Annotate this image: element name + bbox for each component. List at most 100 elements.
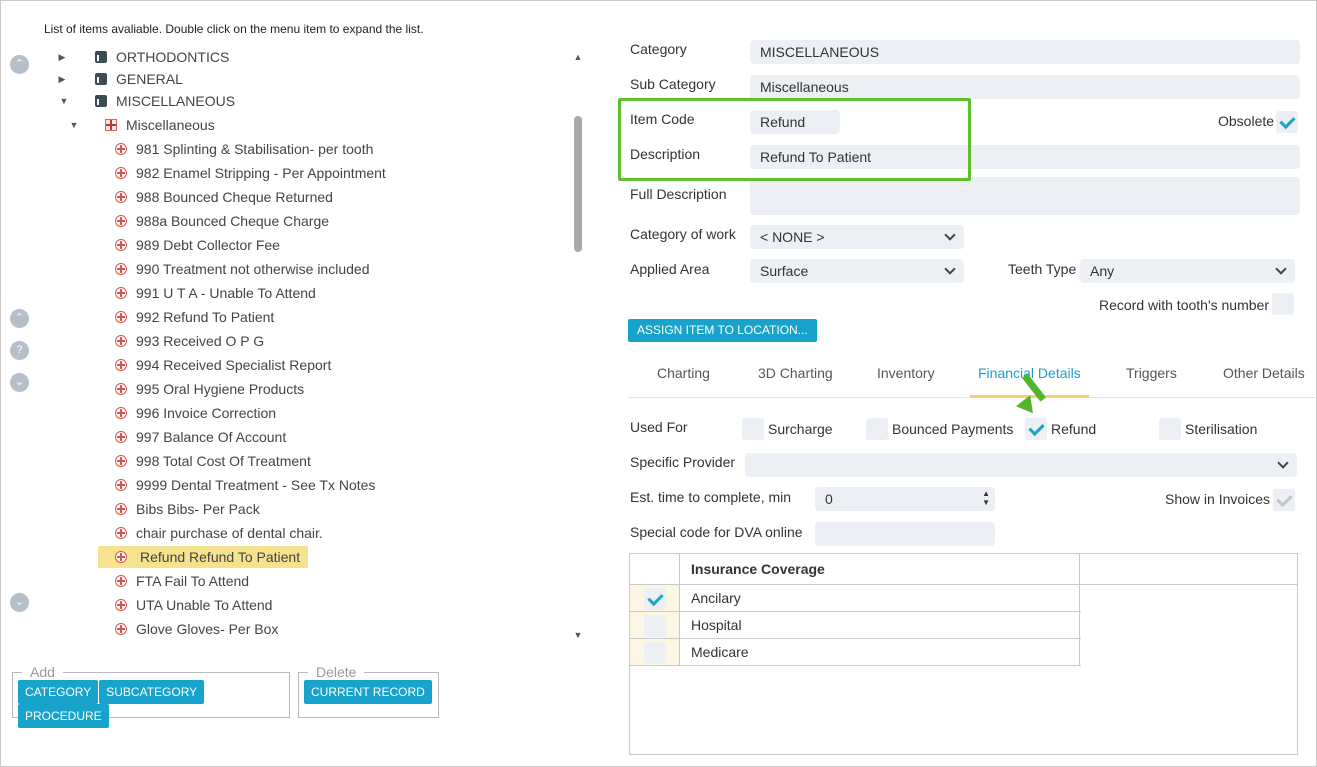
procedure-icon — [115, 287, 127, 299]
table-row[interactable]: Hospital — [630, 612, 1081, 639]
tree-item-label: 981 Splinting & Stabilisation- per tooth — [136, 141, 374, 157]
delete-current-record-button[interactable]: CURRENT RECORD — [304, 680, 432, 704]
refund-label: Refund — [1051, 421, 1097, 437]
show-in-invoices-label: Show in Invoices — [1165, 491, 1271, 507]
table-row[interactable]: Medicare — [630, 639, 1081, 666]
subcategory-label: Miscellaneous — [126, 117, 215, 133]
specific-provider-select[interactable] — [745, 453, 1297, 477]
item-tree[interactable]: ▶ ORTHODONTICS ▶ GENERAL ▼ MISCELLANEOUS… — [44, 46, 574, 646]
est-time-stepper[interactable]: 0 ▲ ▼ — [815, 487, 995, 511]
add-subcategory-button[interactable]: SUBCATEGORY — [99, 680, 205, 704]
scroll-up-icon[interactable]: ⌃ — [10, 309, 29, 328]
tree-item-label: 993 Received O P G — [136, 333, 265, 349]
procedure-icon — [115, 359, 127, 371]
category-of-work-select[interactable]: < NONE > — [750, 225, 964, 249]
procedure-icon — [115, 335, 127, 347]
table-header: Insurance Coverage — [630, 554, 1081, 585]
assign-location-button[interactable]: ASSIGN ITEM TO LOCATION... — [628, 319, 817, 342]
tab-inventory[interactable]: Inventory — [877, 362, 935, 398]
procedure-icon — [115, 143, 127, 155]
procedure-icon — [115, 167, 127, 179]
tree-item-label: 995 Oral Hygiene Products — [136, 381, 305, 397]
scroll-top-icon[interactable]: ⌃ — [10, 55, 29, 74]
tree-item-label: FTA Fail To Attend — [136, 573, 250, 589]
subcategory-field[interactable]: Miscellaneous — [750, 75, 1300, 99]
scroll-down-icon[interactable]: ⌄ — [10, 373, 29, 392]
subcategory-label: Sub Category — [630, 76, 716, 92]
dva-code-field[interactable] — [815, 522, 995, 546]
bounced-payments-checkbox[interactable] — [866, 418, 888, 440]
full-description-field[interactable] — [750, 177, 1300, 215]
tab-3d-charting[interactable]: 3D Charting — [758, 362, 833, 398]
table-row[interactable]: Ancilary — [630, 585, 1081, 612]
category-label: Category — [630, 41, 687, 57]
category-of-work-label: Category of work — [630, 226, 736, 242]
chevron-down-icon — [944, 229, 956, 241]
refund-checkbox[interactable] — [1025, 418, 1047, 440]
tree-item-label: UTA Unable To Attend — [136, 597, 273, 613]
ancilary-checkbox[interactable] — [644, 588, 666, 610]
procedure-icon — [115, 191, 127, 203]
row-label: Hospital — [680, 612, 1080, 638]
select-column-header — [630, 554, 680, 585]
stepper-arrows-icon[interactable]: ▲ ▼ — [982, 489, 990, 507]
procedure-icon — [115, 407, 127, 419]
chevron-down-icon — [944, 263, 956, 275]
category-of-work-value: < NONE > — [760, 229, 825, 245]
est-time-value: 0 — [825, 491, 833, 507]
category-field[interactable]: MISCELLANEOUS — [750, 40, 1300, 64]
category-icon — [95, 51, 109, 63]
help-icon[interactable]: ? — [10, 341, 29, 360]
category-label: ORTHODONTICS — [116, 49, 230, 65]
row-label: Medicare — [680, 639, 1080, 665]
teeth-type-value: Any — [1090, 263, 1115, 279]
tree-item-label: 989 Debt Collector Fee — [136, 237, 280, 253]
scroll-up-arrow-icon[interactable]: ▲ — [573, 52, 583, 62]
dva-code-label: Special code for DVA online — [630, 524, 803, 540]
chevron-down-icon — [1275, 263, 1287, 275]
sterilisation-checkbox[interactable] — [1159, 418, 1181, 440]
table-header-filler — [1081, 554, 1297, 585]
procedure-icon — [115, 503, 127, 515]
collapse-icon[interactable]: ▼ — [58, 90, 70, 112]
scrollbar-thumb[interactable] — [574, 116, 582, 252]
tab-triggers[interactable]: Triggers — [1126, 362, 1177, 398]
show-in-invoices-checkbox[interactable] — [1273, 489, 1295, 511]
delete-group-legend: Delete — [316, 664, 357, 680]
category-icon — [95, 73, 109, 85]
expand-icon[interactable]: ▶ — [56, 46, 68, 68]
procedure-icon — [115, 575, 127, 587]
teeth-type-select[interactable]: Any — [1080, 259, 1295, 283]
scroll-bottom-icon[interactable]: ⌄ — [10, 593, 29, 612]
bounced-payments-label: Bounced Payments — [892, 421, 1014, 437]
procedure-icon — [115, 623, 127, 635]
surcharge-checkbox[interactable] — [742, 418, 764, 440]
tree-item-label: 982 Enamel Stripping - Per Appointment — [136, 165, 386, 181]
applied-area-select[interactable]: Surface — [750, 259, 964, 283]
teeth-type-label: Teeth Type — [1008, 261, 1077, 277]
full-description-label: Full Description — [630, 186, 727, 202]
insurance-coverage-header: Insurance Coverage — [680, 554, 1080, 585]
tab-bar: Charting 3D Charting Inventory Financial… — [628, 362, 1317, 398]
add-procedure-button[interactable]: PROCEDURE — [18, 704, 109, 728]
sterilisation-label: Sterilisation — [1185, 421, 1258, 437]
expand-icon[interactable]: ▶ — [56, 68, 68, 90]
tab-other-details[interactable]: Other Details — [1223, 362, 1305, 398]
record-tooth-checkbox[interactable] — [1272, 293, 1294, 315]
add-category-button[interactable]: CATEGORY — [18, 680, 99, 704]
subcategory-icon — [105, 119, 117, 131]
procedure-icon — [115, 479, 127, 491]
tree-item-label: 994 Received Specialist Report — [136, 357, 332, 373]
row-select-cell — [630, 612, 680, 638]
tree-item-label: Glove Gloves- Per Box — [136, 621, 279, 637]
surcharge-label: Surcharge — [768, 421, 833, 437]
scroll-down-arrow-icon[interactable]: ▼ — [573, 630, 583, 640]
tab-charting[interactable]: Charting — [657, 362, 710, 398]
tree-item-label: 9999 Dental Treatment - See Tx Notes — [136, 477, 376, 493]
tree-scrollbar[interactable]: ▲ ▼ — [572, 52, 584, 644]
medicare-checkbox[interactable] — [644, 642, 666, 664]
hospital-checkbox[interactable] — [644, 615, 666, 637]
collapse-icon[interactable]: ▼ — [68, 114, 80, 136]
procedure-icon — [115, 215, 127, 227]
obsolete-checkbox[interactable] — [1276, 111, 1298, 133]
